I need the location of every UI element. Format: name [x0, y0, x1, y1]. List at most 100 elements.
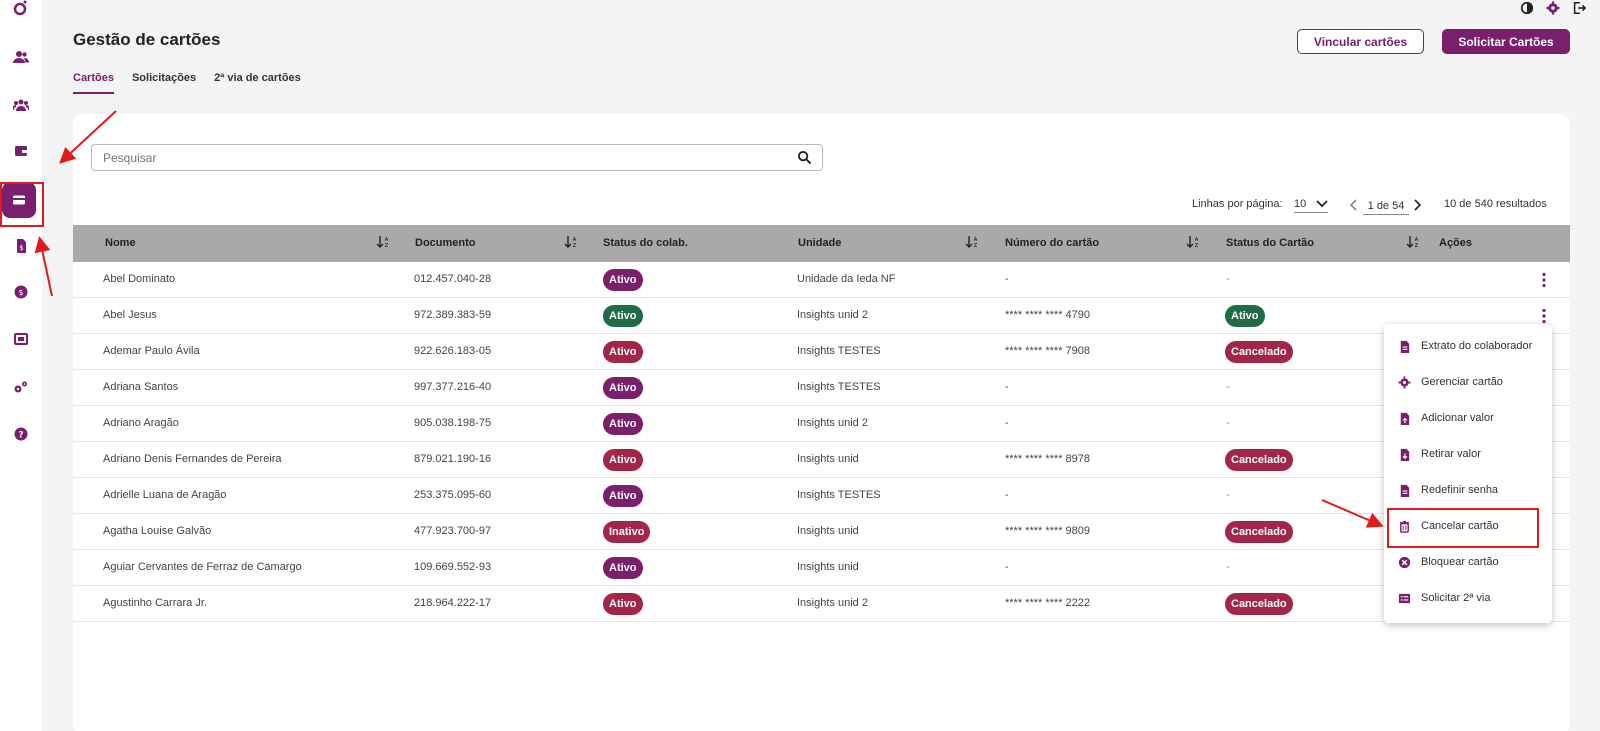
header-card-status: Status do Cartão	[1226, 237, 1315, 249]
sort-icon[interactable]: AZ	[564, 235, 578, 249]
cell-name: Abel Jesus	[103, 309, 157, 321]
annotation-highlight-cancel	[1387, 508, 1539, 548]
employee-status-badge: Ativo	[603, 269, 643, 291]
table-row[interactable]: Abel Dominato 012.457.040-28 Ativo Unidade …	[73, 262, 1570, 298]
sort-icon[interactable]: AZ	[965, 235, 979, 249]
tab-requests[interactable]: Solicitações	[132, 72, 196, 94]
cell-card-number: -	[1005, 489, 1009, 501]
chevron-down-icon	[1316, 200, 1328, 208]
cell-document: 012.457.040-28	[414, 273, 492, 285]
cell-unit: Insights TESTES	[797, 345, 881, 357]
cell-name: Agatha Louise Galvão	[103, 525, 212, 537]
table-header: Nome AZ Documento AZ Status do colab. Un…	[73, 225, 1570, 262]
cell-document: 879.021.190-16	[414, 453, 492, 465]
annotation-highlight-sidebar	[0, 182, 44, 227]
groups-icon[interactable]	[4, 88, 38, 122]
table-row[interactable]: Adriano Aragão 905.038.198-75 Ativo Insight…	[73, 406, 1570, 442]
search-input[interactable]	[92, 145, 782, 170]
svg-text:Z: Z	[385, 243, 389, 249]
logout-icon[interactable]	[1572, 1, 1586, 15]
employee-status-badge: Ativo	[603, 341, 643, 363]
table-row[interactable]: Adriana Santos 997.377.216-40 Ativo Insight…	[73, 370, 1570, 406]
svg-text:$: $	[19, 244, 23, 252]
table-row[interactable]: Ademar Paulo Ávila 922.626.183-05 Ativo Ins…	[73, 334, 1570, 370]
search-box	[91, 144, 823, 171]
cell-card-number: **** **** **** 8978	[1005, 453, 1091, 465]
money-icon[interactable]: $	[4, 275, 38, 309]
cell-document: 218.964.222-17	[414, 597, 492, 609]
search-icon[interactable]	[797, 150, 812, 165]
table-row[interactable]: Aguiar Cervantes de Ferraz de Camargo 109…	[73, 550, 1570, 586]
menu-item[interactable]: Redefinir senha	[1384, 472, 1552, 508]
header-unit: Unidade	[798, 237, 842, 249]
help-icon[interactable]: ?	[4, 417, 38, 451]
cell-name: Adrielle Luana de Aragão	[103, 489, 227, 501]
card-status-empty: -	[1226, 489, 1230, 501]
table-row[interactable]: Agatha Louise Galvão 477.923.700-97 Inativ…	[73, 514, 1570, 550]
menu-item[interactable]: Adicionar valor	[1384, 400, 1552, 436]
sort-icon[interactable]: AZ	[1406, 235, 1420, 249]
more-actions-icon[interactable]	[1541, 272, 1547, 288]
actions-menu: Extrato do colaborador Gerenciar cartão Ad…	[1384, 324, 1552, 623]
contrast-icon[interactable]	[1520, 1, 1534, 15]
cell-card-number: **** **** **** 9809	[1005, 525, 1091, 537]
cell-unit: Insights unid 2	[797, 417, 868, 429]
cell-unit: Insights TESTES	[797, 489, 881, 501]
employee-status-badge: Ativo	[603, 485, 643, 507]
page-title: Gestão de cartões	[73, 30, 221, 49]
cell-unit: Insights unid 2	[797, 597, 868, 609]
menu-item[interactable]: Solicitar 2ª via	[1384, 580, 1552, 616]
cell-card-number: **** **** **** 4790	[1005, 309, 1091, 321]
next-page-button[interactable]	[1413, 199, 1422, 214]
employee-status-badge: Ativo	[603, 557, 643, 579]
menu-item-label: Solicitar 2ª via	[1421, 592, 1491, 604]
cell-document: 922.626.183-05	[414, 345, 492, 357]
chevron-right-icon	[1414, 199, 1422, 211]
cell-card-number: **** **** **** 2222	[1005, 597, 1091, 609]
cell-unit: Insights TESTES	[797, 381, 881, 393]
request-cards-button[interactable]: Solicitar Cartões	[1442, 29, 1570, 54]
document-icon	[1400, 484, 1410, 497]
menu-item[interactable]: Gerenciar cartão	[1384, 364, 1552, 400]
menu-item[interactable]: Bloquear cartão	[1384, 544, 1552, 580]
header-card-number: Número do cartão	[1005, 237, 1100, 249]
cell-unit: Insights unid	[797, 525, 859, 537]
cell-document: 253.375.095-60	[414, 489, 492, 501]
more-actions-icon[interactable]	[1541, 308, 1547, 324]
prev-page-button[interactable]	[1349, 199, 1358, 214]
table-row[interactable]: Agustinho Carrara Jr. 218.964.222-17 Ativo…	[73, 586, 1570, 622]
gear-icon[interactable]	[1546, 1, 1560, 15]
sort-icon[interactable]: AZ	[1186, 235, 1200, 249]
sort-icon[interactable]: AZ	[376, 235, 390, 249]
store-icon[interactable]	[4, 322, 38, 356]
cell-card-number: -	[1005, 561, 1009, 573]
menu-item[interactable]: Retirar valor	[1384, 436, 1552, 472]
svg-text:$: $	[18, 288, 23, 297]
tab-second-copy[interactable]: 2ª via de cartões	[214, 72, 301, 94]
cell-card-number: -	[1005, 273, 1009, 285]
cell-document: 997.377.216-40	[414, 381, 492, 393]
page-indicator: 1 de 54	[1363, 200, 1409, 215]
menu-item[interactable]: Extrato do colaborador	[1384, 328, 1552, 364]
rows-per-page-select[interactable]: 10	[1294, 198, 1328, 213]
svg-text:Z: Z	[974, 243, 978, 249]
card-status-badge: Cancelado	[1225, 449, 1293, 471]
card-status-empty: -	[1226, 561, 1230, 573]
wallet-icon[interactable]	[4, 134, 38, 168]
tab-cards[interactable]: Cartões	[73, 72, 114, 94]
table-row[interactable]: Adrielle Luana de Aragão 253.375.095-60 At…	[73, 478, 1570, 514]
users-icon[interactable]	[4, 40, 38, 74]
invoice-icon[interactable]: $	[4, 229, 38, 263]
table-row[interactable]: Abel Jesus 972.389.383-59 Ativo Insights un…	[73, 298, 1570, 334]
cell-unit: Insights unid 2	[797, 309, 868, 321]
cell-document: 477.923.700-97	[414, 525, 492, 537]
table-row[interactable]: Adriano Denis Fernandes de Pereira 879.02…	[73, 442, 1570, 478]
link-cards-button[interactable]: Vincular cartões	[1297, 29, 1424, 54]
menu-item-label: Extrato do colaborador	[1421, 340, 1533, 352]
app-logo[interactable]	[8, 0, 32, 16]
employee-status-badge: Ativo	[603, 593, 643, 615]
settings-icon[interactable]	[4, 370, 38, 404]
menu-item-label: Gerenciar cartão	[1421, 376, 1503, 388]
svg-text:?: ?	[18, 431, 23, 441]
gear-icon	[1398, 375, 1411, 389]
